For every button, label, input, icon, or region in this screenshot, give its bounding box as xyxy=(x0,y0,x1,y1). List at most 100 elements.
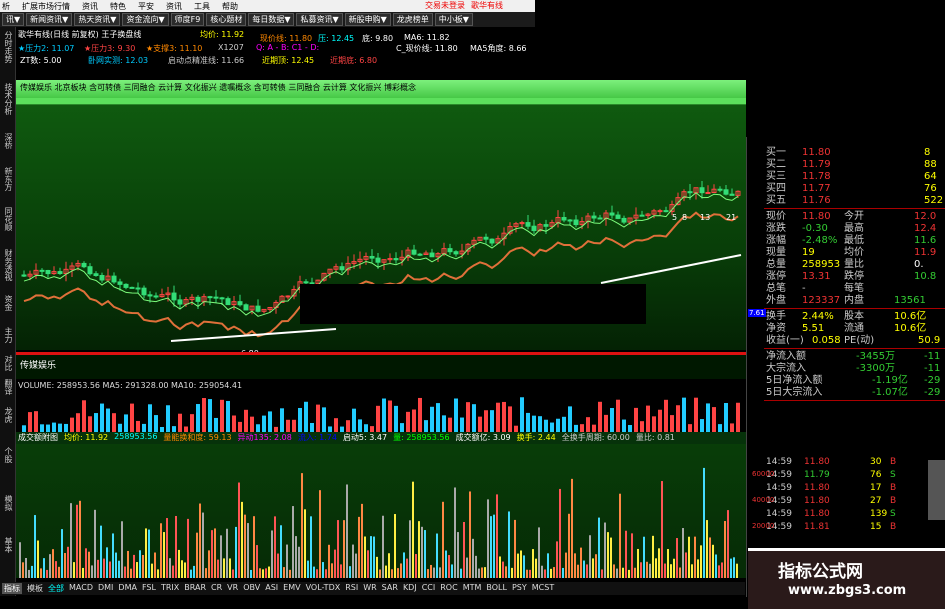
buy-vol: 522 xyxy=(924,195,944,206)
tab-obv[interactable]: OBV xyxy=(243,583,260,594)
candle-body xyxy=(393,258,399,261)
tab-mtm[interactable]: MTM xyxy=(463,583,482,594)
indicator-bar xyxy=(637,548,639,578)
menu-item-ext-market[interactable]: 扩展市场行情 xyxy=(22,1,70,12)
nav-button-fund-flow[interactable]: 资金流向▼ xyxy=(122,13,169,26)
stat-label: 净资 xyxy=(766,323,786,334)
indicator-bar xyxy=(121,521,123,578)
sidebar-item-dragon[interactable]: 龙虎 xyxy=(2,407,14,423)
indicator-bar xyxy=(508,511,510,578)
volume-bar xyxy=(376,405,380,433)
tab-macd[interactable]: MACD xyxy=(69,583,93,594)
pressure3: ★压力3: 9.30 xyxy=(84,44,136,53)
sidebar-item-simulate[interactable]: 模拟 xyxy=(2,495,14,511)
tab-vr[interactable]: VR xyxy=(227,583,238,594)
login-status[interactable]: 交易未登录 xyxy=(425,0,465,11)
nav-button-news-info[interactable]: 新闻资讯▼ xyxy=(26,13,73,26)
tab-mcst[interactable]: MCST xyxy=(532,583,554,594)
indicator-bar xyxy=(151,563,153,578)
tab-trix[interactable]: TRIX xyxy=(161,583,179,594)
volume-bar xyxy=(604,414,608,433)
indicator-panel[interactable] xyxy=(16,444,746,578)
buy-row-2: 买二 11.79 88 xyxy=(764,159,945,170)
side-scrollbar[interactable] xyxy=(928,460,945,520)
tab-roc[interactable]: ROC xyxy=(440,583,457,594)
candle-body xyxy=(621,217,627,223)
indicator-bar xyxy=(673,558,675,578)
tab-sar[interactable]: SAR xyxy=(382,583,398,594)
indicator-bar xyxy=(727,510,729,578)
tab-psy[interactable]: PSY xyxy=(512,583,527,594)
nav-button-core-theme[interactable]: 核心题材 xyxy=(206,13,247,26)
indicator-bar xyxy=(73,562,75,578)
sidebar-item-ths[interactable]: 同花顺 xyxy=(2,207,14,231)
menu-item-news[interactable]: 资讯 xyxy=(166,1,182,12)
tick-price: 11.80 xyxy=(804,509,830,519)
menu-item-tools[interactable]: 工具 xyxy=(194,1,210,12)
indicator-name[interactable]: 成交额附图 xyxy=(18,432,58,444)
volume-bar xyxy=(562,416,566,433)
candle-body xyxy=(213,296,219,299)
menu-item-info[interactable]: 资讯 xyxy=(82,1,98,12)
indicator-bar xyxy=(424,530,426,578)
sidebar-item-translate[interactable]: 翻译 xyxy=(2,379,14,395)
nav-button-sme-board[interactable]: 中小板▼ xyxy=(434,13,473,26)
nav-button-daily-data[interactable]: 每日数据▼ xyxy=(248,13,295,26)
indicator-bar xyxy=(664,563,666,578)
menu-item-analysis[interactable]: 析 xyxy=(2,1,10,12)
tab-dma[interactable]: DMA xyxy=(118,583,137,594)
nav-button-dragon-tiger[interactable]: 龙虎榜单 xyxy=(392,13,433,26)
tab-brar[interactable]: BRAR xyxy=(184,583,206,594)
tab-kdj[interactable]: KDJ xyxy=(403,583,417,594)
sidebar-item-finance[interactable]: 财务透视 xyxy=(2,249,14,281)
sidebar-item-basic[interactable]: 基本 xyxy=(2,537,14,553)
tab-all[interactable]: 全部 xyxy=(48,583,64,594)
tab-cr[interactable]: CR xyxy=(211,583,222,594)
stat-value: 10.8 xyxy=(914,271,937,282)
sidebar-item-capital[interactable]: 资金 xyxy=(2,295,14,311)
tab-wr[interactable]: WR xyxy=(363,583,376,594)
indicator-bar xyxy=(379,569,381,578)
menu-item-pingan[interactable]: 平安 xyxy=(138,1,154,12)
sidebar-item-deep[interactable]: 深桥 xyxy=(2,133,14,149)
candle-body xyxy=(117,281,123,285)
nav-button-news[interactable]: 讯▼ xyxy=(2,13,25,26)
menu-item-special[interactable]: 特色 xyxy=(110,1,126,12)
sidebar-item-tech-analysis[interactable]: 技术分析 xyxy=(2,83,14,115)
flow-label: 5日净流入额 xyxy=(766,375,823,386)
tab-fsl[interactable]: FSL xyxy=(142,583,156,594)
stat-value: 19 xyxy=(802,247,815,258)
indicator-bar xyxy=(352,544,354,578)
indicator-bar xyxy=(310,516,312,578)
nav-button-private-fund[interactable]: 私募资讯▼ xyxy=(296,13,343,26)
menu-item-help[interactable]: 帮助 xyxy=(222,1,238,12)
nav-button-ipo[interactable]: 新股申购▼ xyxy=(344,13,391,26)
tab-emv[interactable]: EMV xyxy=(283,583,300,594)
tab-indicator[interactable]: 指标 xyxy=(2,583,22,594)
tab-dmi[interactable]: DMI xyxy=(98,583,113,594)
stat-label: 涨幅 xyxy=(766,235,786,246)
sidebar-item-stock[interactable]: 个股 xyxy=(2,447,14,463)
sidebar-item-main-force[interactable]: 主力 xyxy=(2,327,14,343)
indicator-bar xyxy=(586,564,588,578)
ma6: MA6: 11.82 xyxy=(404,33,450,42)
indicator-bar xyxy=(625,530,627,578)
stat-label: 流通 xyxy=(844,323,864,334)
sidebar-item-intraday[interactable]: 分时走势 xyxy=(2,31,14,63)
pressure: 压: 12.45 xyxy=(318,34,355,43)
tab-vol-tdx[interactable]: VOL-TDX xyxy=(306,583,341,594)
indicator-bar xyxy=(481,567,483,578)
tab-asi[interactable]: ASI xyxy=(265,583,278,594)
stat-value: 10.6亿 xyxy=(894,323,927,334)
tab-template[interactable]: 模板 xyxy=(27,583,43,594)
volume-bar xyxy=(490,410,494,433)
tab-cci[interactable]: CCI xyxy=(422,583,436,594)
flow-row: 5日净流入额 -1.19亿 -29 xyxy=(764,375,945,386)
tab-rsi[interactable]: RSI xyxy=(345,583,358,594)
nav-button-hot-info[interactable]: 热天资讯▼ xyxy=(74,13,121,26)
buy-row-4: 买四 11.77 76 xyxy=(764,183,945,194)
nav-button-f9[interactable]: 师度F9 xyxy=(170,13,205,26)
sidebar-item-compare[interactable]: 对比 xyxy=(2,355,14,371)
tab-boll[interactable]: BOLL xyxy=(486,583,507,594)
sidebar-item-new-east[interactable]: 新东方 xyxy=(2,167,14,191)
